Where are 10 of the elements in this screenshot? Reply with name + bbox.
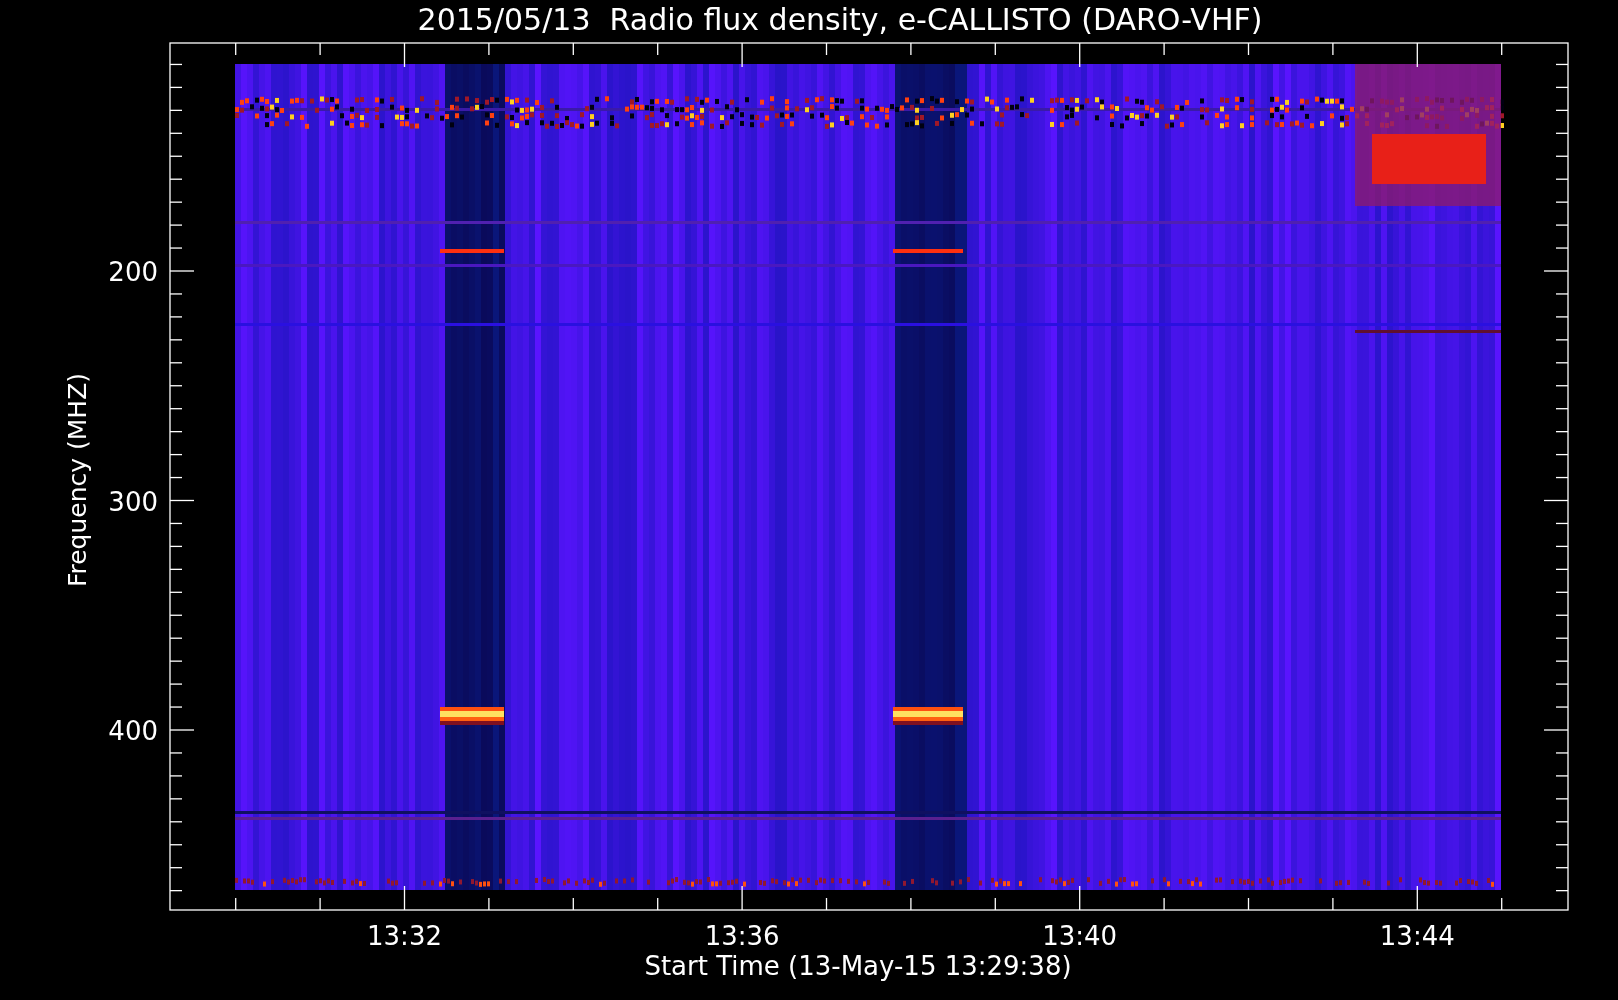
x-tick-label: 13:32 <box>367 921 442 951</box>
x-tick-label: 13:40 <box>1042 921 1118 951</box>
y-axis-label: Frequency (MHZ) <box>63 372 92 588</box>
y-tick-label: 400 <box>108 716 158 746</box>
x-tick-label: 13:44 <box>1379 921 1455 951</box>
y-tick-label: 300 <box>108 486 158 517</box>
x-axis-label: Start Time (13-May-15 13:29:38) <box>644 951 1072 981</box>
y-tick-label: 200 <box>108 257 158 287</box>
x-tick-label: 13:36 <box>704 921 780 951</box>
plot-title: 2015/05/13 Radio flux density, e-CALLISTO (DARO-VHF) <box>417 2 1263 37</box>
